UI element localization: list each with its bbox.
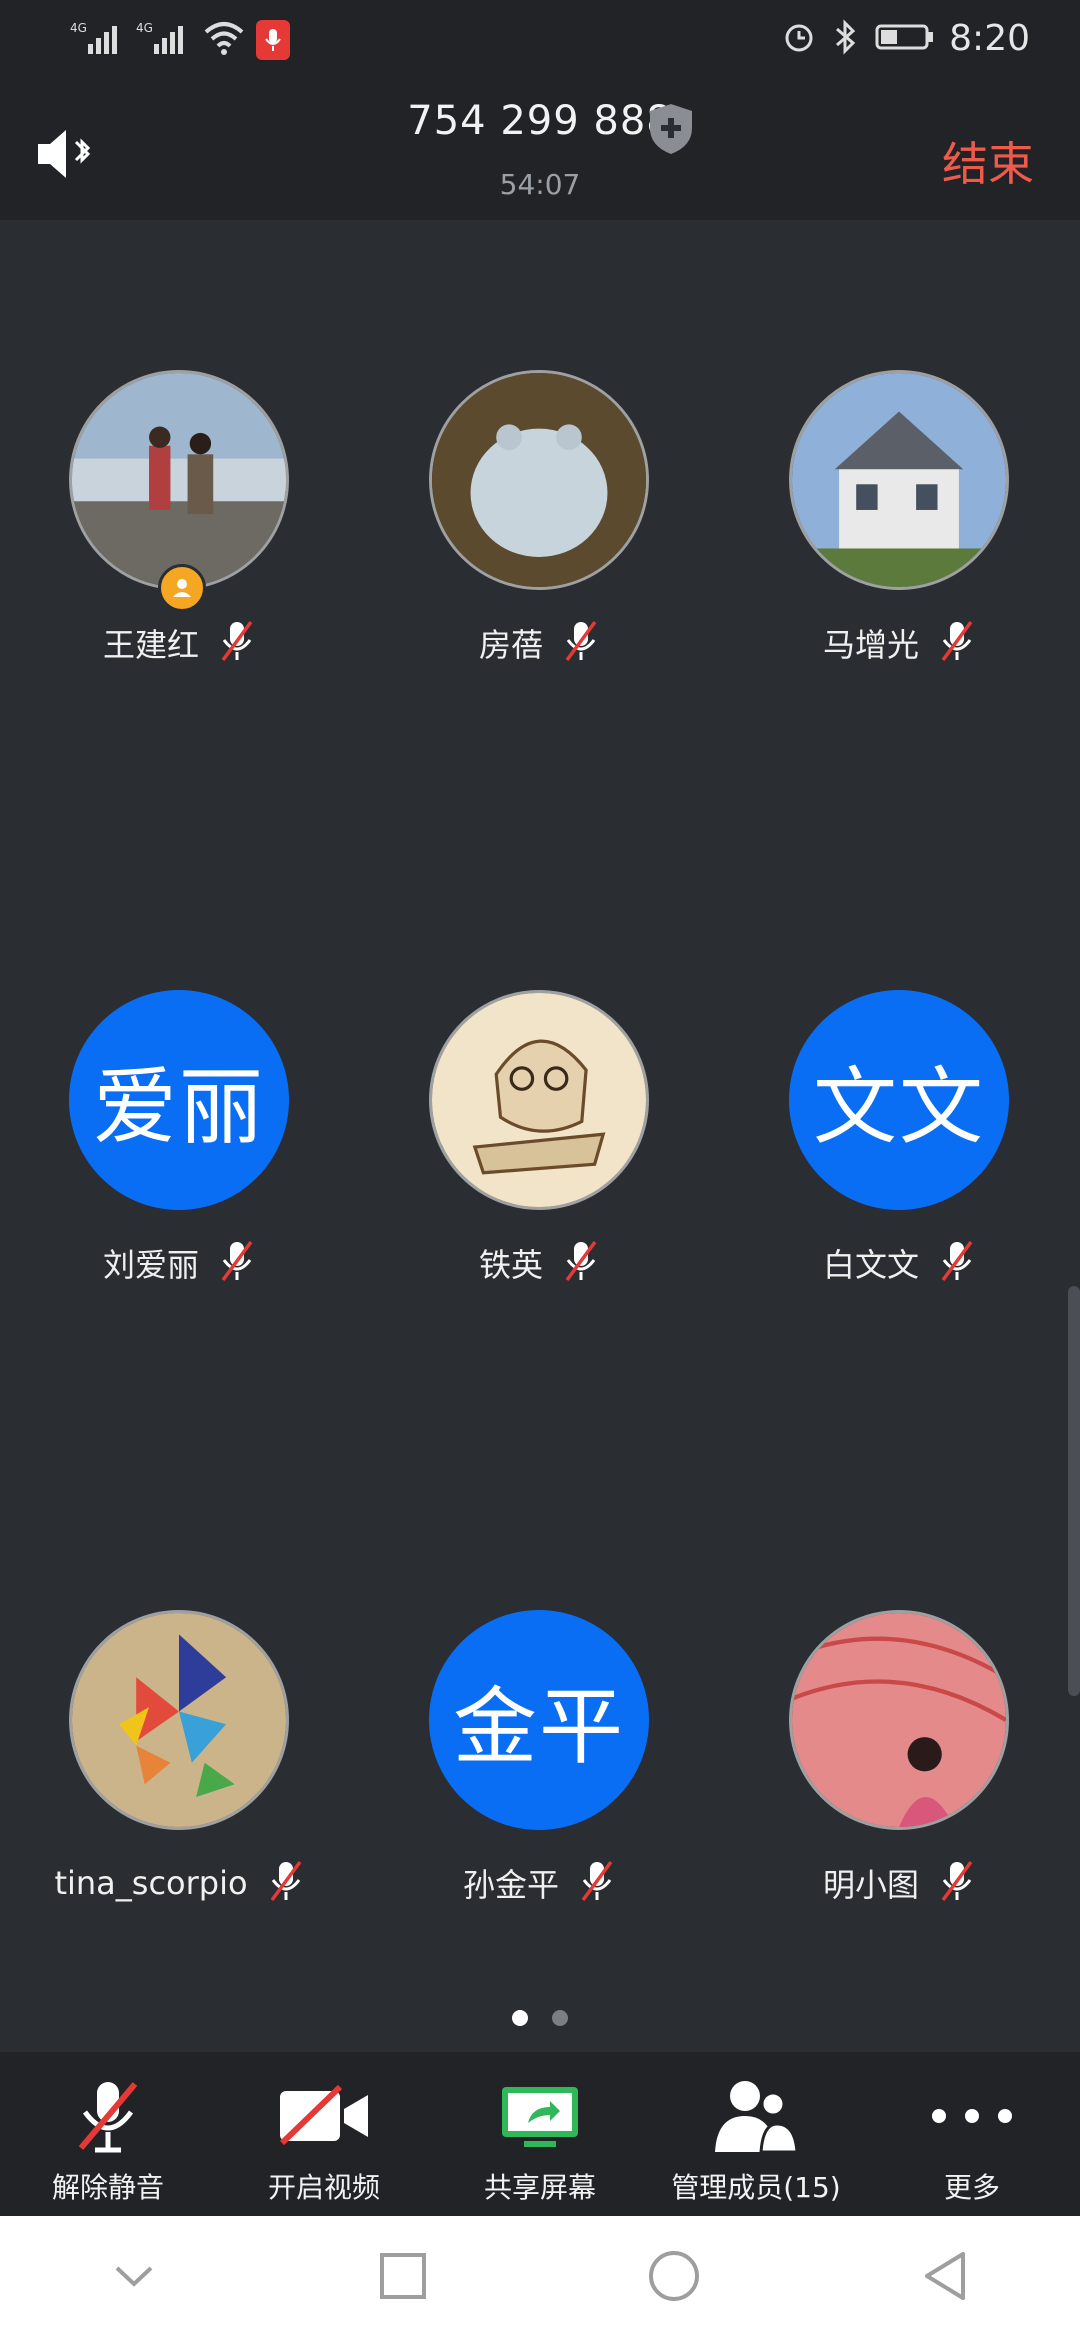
svg-text:4G: 4G xyxy=(70,21,87,35)
video-off-icon xyxy=(276,2074,372,2158)
status-bar: 4G 4G 8:20 xyxy=(0,0,1080,88)
alarm-icon xyxy=(781,19,817,59)
home-circle-icon[interactable] xyxy=(646,2248,702,2308)
mic-muted-icon xyxy=(561,618,601,668)
page-dot[interactable] xyxy=(552,2010,568,2026)
page-dot-active[interactable] xyxy=(512,2010,528,2026)
mic-muted-icon xyxy=(217,1238,257,1288)
mic-muted-icon xyxy=(73,2074,143,2158)
participant-name: 孙金平 xyxy=(462,1866,559,1904)
avatar xyxy=(69,1610,289,1830)
video-label: 开启视频 xyxy=(267,2171,380,2204)
avatar: 爱丽 xyxy=(69,990,289,1210)
share-screen-icon xyxy=(498,2074,582,2158)
system-nav-bar xyxy=(0,2216,1080,2340)
participant-name: 刘爱丽 xyxy=(102,1246,199,1284)
participant-name: 马增光 xyxy=(822,626,919,664)
battery-icon xyxy=(875,22,935,56)
manage-members-button[interactable]: 管理成员(15) xyxy=(648,2052,864,2216)
meeting-duration: 54:07 xyxy=(499,168,581,201)
participant-tile[interactable]: 马增光 xyxy=(720,220,1080,664)
signal-icon-2: 4G xyxy=(136,18,192,62)
avatar xyxy=(429,990,649,1210)
participant-name: tina_scorpio xyxy=(54,1864,248,1902)
participant-name: 王建红 xyxy=(102,626,199,664)
mic-muted-icon xyxy=(561,1238,601,1288)
members-icon xyxy=(711,2074,801,2158)
scrollbar[interactable] xyxy=(1068,1286,1080,1696)
more-label: 更多 xyxy=(943,2171,1000,2204)
participant-tile[interactable]: 铁英 xyxy=(360,840,720,1284)
avatar xyxy=(789,1610,1009,1830)
avatar xyxy=(429,370,649,590)
mic-muted-icon xyxy=(937,1238,977,1288)
bluetooth-icon xyxy=(831,18,861,59)
share-label: 共享屏幕 xyxy=(483,2171,596,2204)
participant-name: 铁英 xyxy=(478,1246,543,1284)
participant-tile[interactable]: 明小图 xyxy=(720,1460,1080,1904)
mic-muted-icon xyxy=(266,1858,306,1908)
page-indicator xyxy=(0,2010,1080,2026)
end-meeting-button[interactable]: 结束 xyxy=(942,128,1034,194)
wifi-icon xyxy=(202,18,246,62)
svg-text:4G: 4G xyxy=(136,21,153,35)
clock-time: 8:20 xyxy=(949,18,1030,59)
share-screen-button[interactable]: 共享屏幕 xyxy=(432,2052,648,2216)
avatar-initials: 爱丽 xyxy=(92,1057,265,1156)
back-triangle-icon[interactable] xyxy=(921,2248,971,2308)
avatar xyxy=(789,370,1009,590)
meeting-header: 754 299 888 54:07 结束 xyxy=(0,88,1080,220)
mic-muted-icon xyxy=(217,618,257,668)
participant-name: 白文文 xyxy=(822,1246,919,1284)
more-dots-icon xyxy=(927,2074,1017,2158)
participant-tile[interactable]: 爱丽 刘爱丽 xyxy=(0,840,360,1284)
participant-tile[interactable]: 文文 白文文 xyxy=(720,840,1080,1284)
avatar-initials: 金平 xyxy=(452,1677,625,1776)
avatar xyxy=(69,370,289,590)
participant-name: 房蓓 xyxy=(478,626,543,664)
avatar: 文文 xyxy=(789,990,1009,1210)
start-video-button[interactable]: 开启视频 xyxy=(216,2052,432,2216)
participant-tile[interactable]: 王建红 xyxy=(0,220,360,664)
avatar-initials: 文文 xyxy=(812,1057,985,1156)
participant-tile[interactable]: 金平 孙金平 xyxy=(360,1460,720,1904)
mic-muted-icon xyxy=(937,618,977,668)
unmute-button[interactable]: 解除静音 xyxy=(0,2052,216,2216)
host-badge-icon xyxy=(158,564,206,612)
mic-muted-icon xyxy=(937,1858,977,1908)
participant-tile[interactable]: 房蓓 xyxy=(360,220,720,664)
meeting-toolbar: 解除静音 开启视频 共享屏幕 管理成员(15) 更多 xyxy=(0,2052,1080,2216)
security-shield-icon[interactable] xyxy=(646,102,696,160)
mic-muted-icon xyxy=(577,1858,617,1908)
members-label: 管理成员(15) xyxy=(671,2171,841,2204)
chevron-down-icon[interactable] xyxy=(109,2256,159,2300)
participant-grid: 王建红 房蓓 马增光 爱丽 刘爱丽 铁英 文文 白文文 tina_scorpio… xyxy=(0,220,1080,2050)
meeting-id: 754 299 888 xyxy=(407,98,673,144)
participant-name: 明小图 xyxy=(822,1866,919,1904)
recording-mic-icon xyxy=(256,20,290,60)
unmute-label: 解除静音 xyxy=(51,2171,164,2204)
participant-tile[interactable]: tina_scorpio xyxy=(0,1460,360,1902)
signal-icon: 4G xyxy=(70,18,126,62)
more-button[interactable]: 更多 xyxy=(864,2052,1080,2216)
avatar: 金平 xyxy=(429,1610,649,1830)
recents-square-icon[interactable] xyxy=(378,2251,428,2305)
